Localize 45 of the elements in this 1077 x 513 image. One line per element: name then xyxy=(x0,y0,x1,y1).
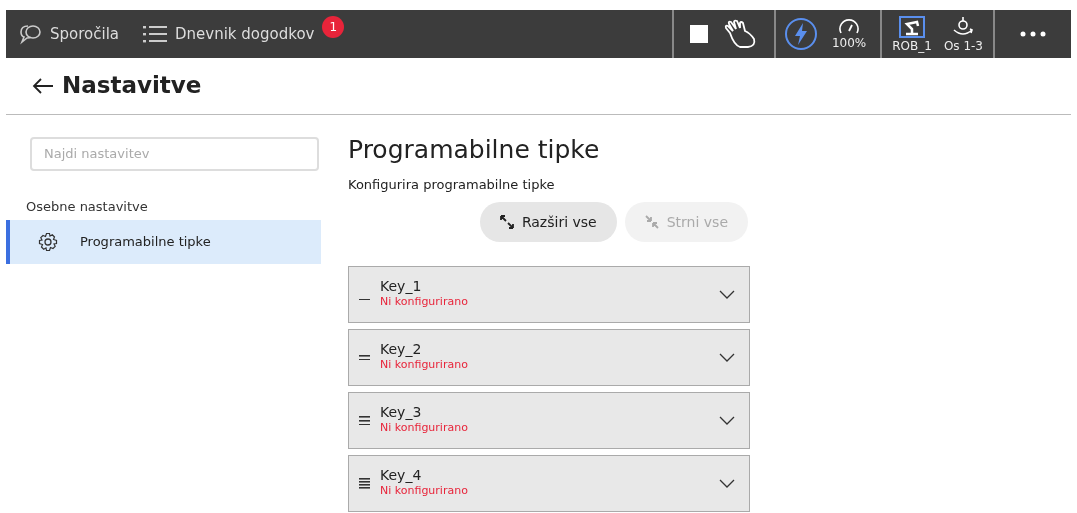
gauge-icon xyxy=(838,19,861,35)
robot-button[interactable]: ROB_1 xyxy=(886,16,938,52)
search-field[interactable]: Najdi nastavitev xyxy=(30,136,319,171)
lightning-icon[interactable] xyxy=(783,17,818,51)
lines-icon xyxy=(359,298,370,301)
notification-badge: 1 xyxy=(322,16,345,38)
chevron-icon[interactable] xyxy=(719,415,735,426)
more-icon[interactable] xyxy=(1020,31,1046,37)
page-title: Nastavitve xyxy=(62,72,202,100)
status-text: Ni konfigurirano xyxy=(380,483,469,500)
expand-icon xyxy=(499,215,514,230)
stop-icon[interactable] xyxy=(689,25,708,43)
hand-icon[interactable] xyxy=(723,19,758,49)
content-subtitle: Konfigurira programabilne tipke xyxy=(348,175,556,194)
key-name: Key_2 xyxy=(380,341,423,358)
content-title: Programabilne tipke xyxy=(348,134,601,165)
key-row[interactable]: Key_4 Ni konfigurirano xyxy=(348,455,750,513)
status-text: Ni konfigurirano xyxy=(380,420,469,437)
chevron-icon[interactable] xyxy=(719,352,735,363)
gear-icon xyxy=(38,232,58,253)
key-name: Key_4 xyxy=(380,467,423,484)
event-log-button[interactable]: Dnevnik dogodkov xyxy=(143,22,315,46)
expand-all-button[interactable]: Razširi vse xyxy=(479,202,617,243)
chat-icon xyxy=(18,23,42,45)
key-row[interactable]: Key_2 Ni konfigurirano xyxy=(348,329,750,387)
key-row[interactable]: Key_3 Ni konfigurirano xyxy=(348,392,750,450)
key-name: Key_3 xyxy=(380,404,423,421)
list-icon xyxy=(143,24,167,44)
key-row[interactable]: Key_1 Ni konfigurirano xyxy=(348,266,750,324)
status-text: Ni konfigurirano xyxy=(380,357,469,374)
chevron-icon[interactable] xyxy=(719,289,735,300)
lines-icon xyxy=(359,354,370,361)
lines-icon xyxy=(359,478,370,489)
lines-icon xyxy=(359,415,370,426)
speed-button[interactable]: 100% xyxy=(825,19,873,49)
robot-arm-icon xyxy=(899,16,926,38)
sidebar-item[interactable]: Programabilne tipke xyxy=(6,220,321,265)
status-text: Ni konfigurirano xyxy=(380,294,469,311)
messages-button[interactable]: Sporočila xyxy=(6,10,131,58)
key-name: Key_1 xyxy=(380,278,423,295)
collapse-icon xyxy=(644,215,659,230)
axes-button[interactable]: Os 1-3 xyxy=(937,16,989,52)
section-heading: Osebne nastavitve xyxy=(26,197,149,216)
back-arrow-icon[interactable] xyxy=(32,77,54,94)
chevron-icon[interactable] xyxy=(719,478,735,489)
